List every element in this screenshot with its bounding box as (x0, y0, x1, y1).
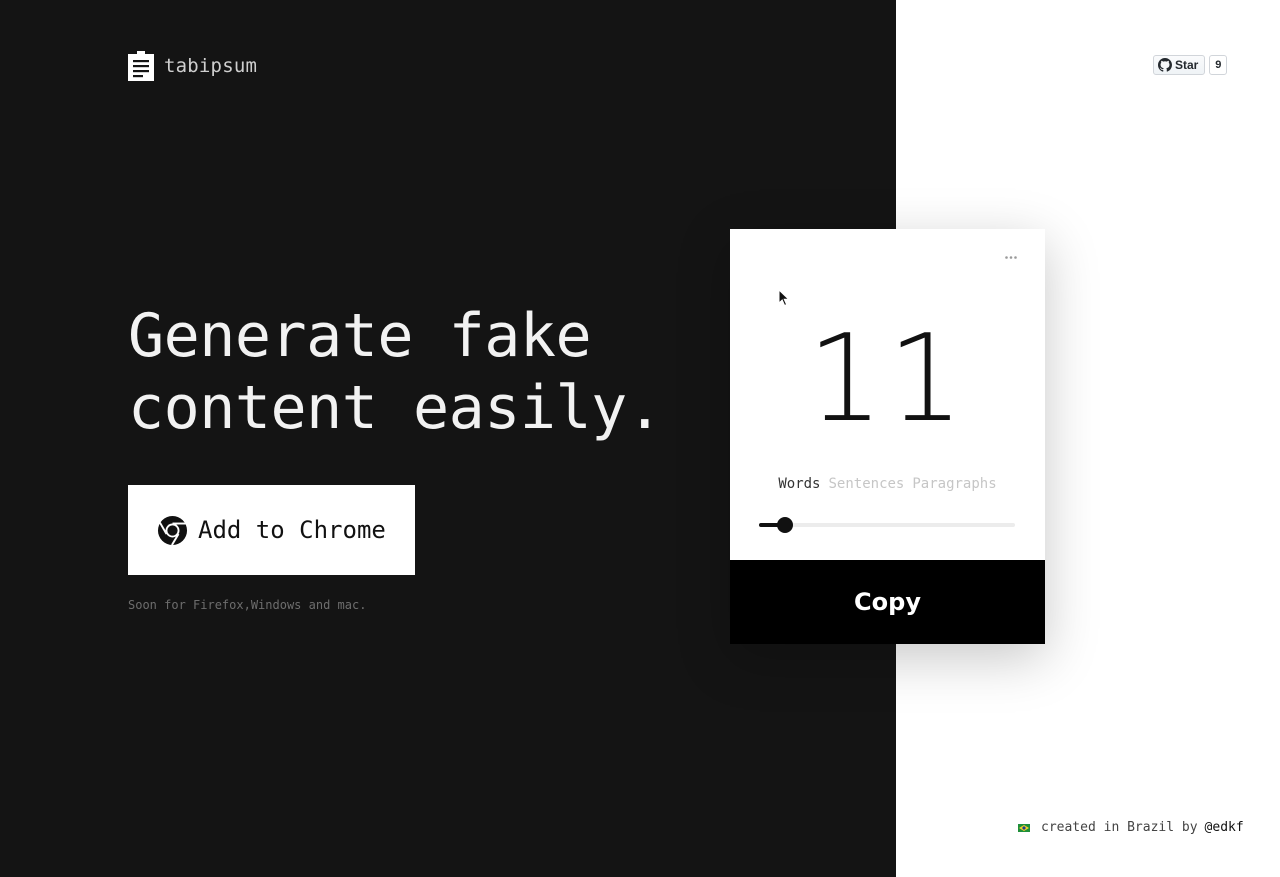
brand-name: tabipsum (164, 55, 258, 77)
page: tabipsum Generate fake content easily. A… (0, 0, 1280, 877)
tab-paragraphs[interactable]: Paragraphs (912, 476, 996, 492)
count-slider-track[interactable] (759, 523, 1015, 527)
headline-line-2: content easily. (128, 373, 663, 443)
chrome-icon (157, 515, 188, 546)
more-icon[interactable] (1005, 256, 1017, 259)
brazil-flag-icon (1018, 823, 1030, 832)
footer-text: created in Brazil by (1041, 820, 1198, 835)
github-star-widget: Star 9 (1153, 55, 1228, 75)
add-to-chrome-label: Add to Chrome (198, 516, 386, 544)
platform-note: Soon for Firefox,Windows and mac. (128, 598, 367, 612)
page-title: Generate fake content easily. (128, 300, 663, 444)
github-star-label: Star (1175, 58, 1199, 72)
clipboard-icon (128, 51, 154, 81)
github-icon (1158, 58, 1172, 72)
count-slider-thumb[interactable] (777, 517, 793, 533)
tab-sentences[interactable]: Sentences (829, 476, 905, 492)
logo[interactable]: tabipsum (128, 51, 257, 81)
mouse-cursor-icon (778, 289, 790, 307)
github-star-button[interactable]: Star (1153, 55, 1206, 75)
count-display: 11 (807, 310, 968, 449)
copy-button[interactable]: Copy (730, 560, 1045, 644)
footer-credit: created in Brazil by @edkf (1018, 820, 1244, 835)
tab-words[interactable]: Words (778, 476, 820, 492)
github-star-count[interactable]: 9 (1209, 55, 1228, 75)
author-link[interactable]: @edkf (1205, 820, 1244, 835)
headline-line-1: Generate fake (128, 301, 592, 371)
mode-tabs: Words Sentences Paragraphs (730, 476, 1045, 492)
add-to-chrome-button[interactable]: Add to Chrome (128, 485, 415, 575)
